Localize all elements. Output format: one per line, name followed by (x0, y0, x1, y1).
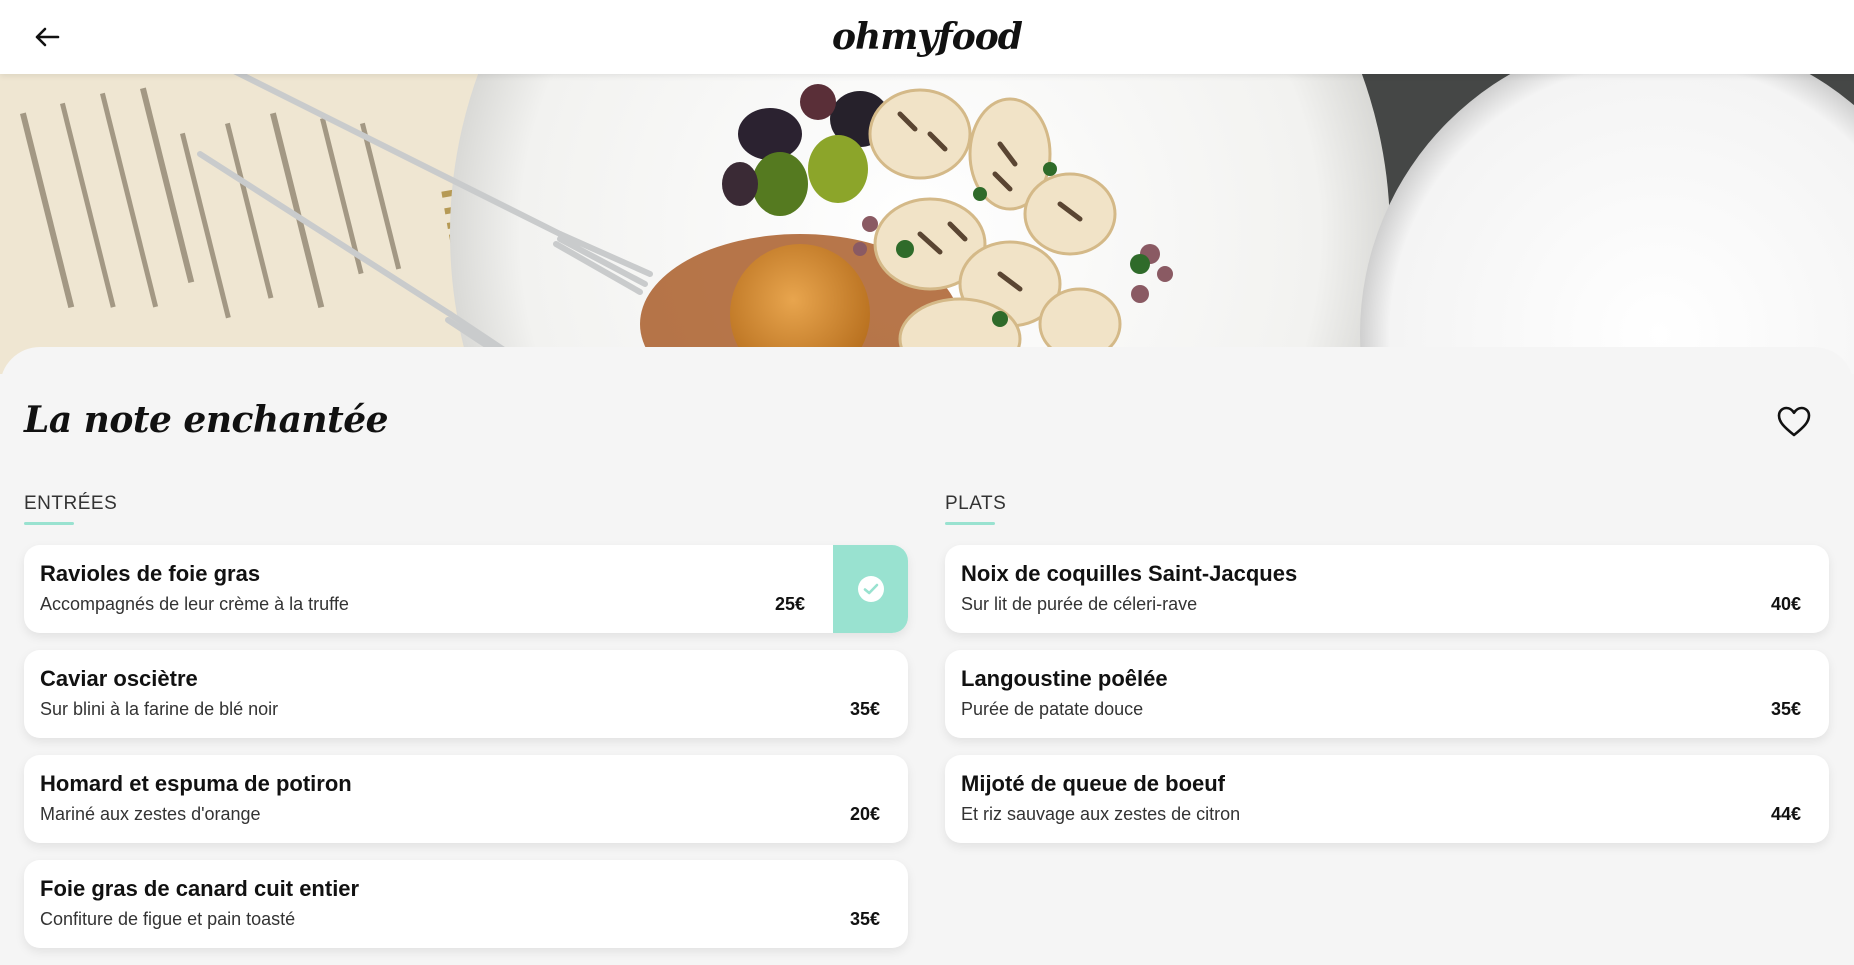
check-icon (857, 576, 884, 602)
item-price: 44€ (1770, 804, 1801, 824)
selected-indicator[interactable] (833, 545, 908, 633)
item-price: 25€ (774, 594, 805, 614)
section-title: ENTRÉES (24, 493, 118, 514)
top-header: ohmyfood (0, 0, 1854, 74)
item-name: Noix de coquilles Saint-Jacques (961, 561, 1298, 586)
item-description: Sur lit de purée de céleri-rave (961, 594, 1198, 614)
heart-outline-icon (1777, 406, 1811, 437)
item-description: Mariné aux zestes d'orange (40, 804, 261, 824)
menu-item[interactable]: Caviar osciètre Sur blini à la farine de… (24, 650, 908, 738)
menu-item[interactable]: Langoustine poêlée Purée de patate douce… (945, 650, 1829, 738)
item-description: Et riz sauvage aux zestes de citron (961, 804, 1241, 824)
menu-item[interactable]: Noix de coquilles Saint-Jacques Sur lit … (945, 545, 1829, 633)
item-price: 20€ (849, 804, 880, 824)
item-name: Ravioles de foie gras (40, 561, 261, 586)
hero-image: THE BITE (0, 74, 1854, 374)
section-title: PLATS (945, 493, 1007, 514)
menu-section-entrees: ENTRÉES Ravioles de foie gras Accompagné… (24, 493, 908, 965)
restaurant-name: La note enchantée (24, 399, 389, 441)
restaurant-content: La note enchantée ENTRÉES Ravioles de fo… (0, 347, 1854, 950)
item-description: Purée de patate douce (961, 699, 1144, 719)
menu-item[interactable]: Mijoté de queue de boeuf Et riz sauvage … (945, 755, 1829, 843)
favorite-button[interactable] (1776, 405, 1812, 441)
item-description: Accompagnés de leur crème à la truffe (40, 594, 349, 614)
menu-item[interactable]: Homard et espuma de potiron Mariné aux z… (24, 755, 908, 843)
section-underline (24, 522, 74, 525)
item-name: Homard et espuma de potiron (40, 771, 352, 796)
item-name: Caviar osciètre (40, 666, 198, 691)
menu-item[interactable]: Ravioles de foie gras Accompagnés de leu… (24, 545, 908, 633)
item-name: Mijoté de queue de boeuf (961, 771, 1226, 796)
item-description: Confiture de figue et pain toasté (40, 909, 296, 929)
section-underline (945, 522, 995, 525)
menu-section-plats: PLATS Noix de coquilles Saint-Jacques Su… (945, 493, 1829, 860)
menu-item[interactable]: Foie gras de canard cuit entier Confitur… (24, 860, 908, 948)
item-name: Langoustine poêlée (961, 666, 1168, 691)
item-price: 35€ (849, 909, 880, 929)
item-description: Sur blini à la farine de blé noir (40, 699, 279, 719)
item-name: Foie gras de canard cuit entier (40, 876, 360, 901)
item-price: 40€ (1770, 594, 1801, 614)
item-price: 35€ (1770, 699, 1801, 719)
logo[interactable]: ohmyfood (0, 16, 1854, 58)
item-price: 35€ (849, 699, 880, 719)
